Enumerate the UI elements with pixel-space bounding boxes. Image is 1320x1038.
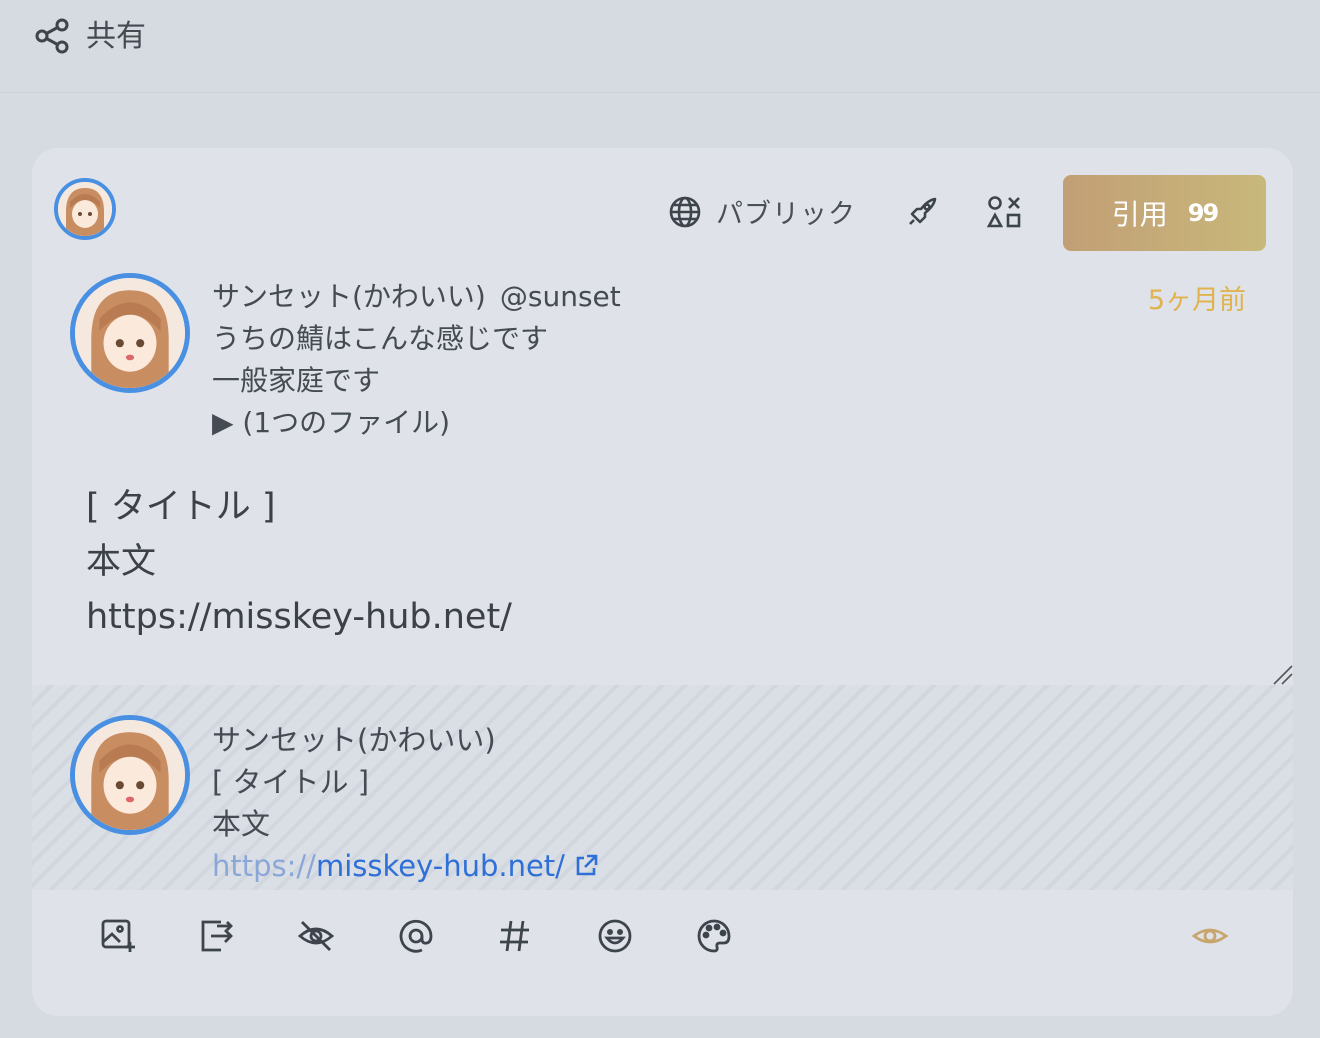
emoji-icon[interactable] <box>595 916 635 956</box>
eye-off-icon[interactable] <box>296 916 336 956</box>
reply-files-toggle[interactable]: ▶ (1つのファイル) <box>212 402 1252 444</box>
share-icon <box>35 18 69 54</box>
post-textarea[interactable]: [ タイトル ] 本文 https://misskey-hub.net/ <box>86 480 512 645</box>
mention-icon[interactable] <box>396 916 436 956</box>
hashtag-icon[interactable] <box>495 916 535 956</box>
quote-line: 本文 <box>212 807 271 841</box>
post-form: パブリック 引用 99 サンセット(かわいい) @sunset 5ヶ月前 うちの鯖… <box>32 148 1293 1016</box>
account-avatar[interactable] <box>54 178 116 240</box>
quote-username[interactable]: サンセット(かわいい) <box>212 719 599 761</box>
textarea-line: https://misskey-hub.net/ <box>86 597 512 637</box>
quote-link-protocol: https:// <box>212 849 316 883</box>
textarea-line: [ タイトル ] <box>86 487 276 527</box>
resize-handle-icon[interactable] <box>1272 664 1293 686</box>
quote-avatar[interactable] <box>70 715 190 835</box>
reply-header: サンセット(かわいい) @sunset <box>212 276 1252 318</box>
reply-username[interactable]: サンセット(かわいい) <box>212 280 486 313</box>
submit-button[interactable]: 引用 99 <box>1063 175 1266 251</box>
reply-line: 一般家庭です <box>212 364 381 397</box>
rocket-icon[interactable] <box>904 194 940 230</box>
reply-handle[interactable]: @sunset <box>500 280 621 313</box>
quote-text: サンセット(かわいい) [ タイトル ] 本文 https://misskey-… <box>212 719 599 887</box>
quote-line: [ タイトル ] <box>212 765 370 799</box>
preview-eye-icon[interactable] <box>1190 916 1230 956</box>
page-header: 共有 <box>0 0 1320 93</box>
reply-avatar[interactable] <box>70 273 190 393</box>
reply-time[interactable]: 5ヶ月前 <box>1148 278 1246 317</box>
quote-link-host: misskey-hub.net/ <box>315 849 565 883</box>
visibility-button[interactable]: パブリック <box>668 192 856 231</box>
shapes-icon[interactable] <box>986 194 1022 230</box>
reply-preview: サンセット(かわいい) @sunset 5ヶ月前 うちの鯖はこんな感じです 一般家… <box>212 276 1252 444</box>
visibility-label: パブリック <box>716 199 856 230</box>
quote-preview: サンセット(かわいい) [ タイトル ] 本文 https://misskey-… <box>32 685 1293 890</box>
image-add-icon[interactable] <box>98 916 138 956</box>
globe-icon <box>669 196 701 227</box>
reply-line: うちの鯖はこんな感じです <box>212 322 549 355</box>
file-share-icon[interactable] <box>197 916 237 956</box>
quote-icon: 99 <box>1187 199 1219 227</box>
quote-link[interactable]: https://misskey-hub.net/ <box>212 845 599 887</box>
submit-label: 引用 <box>1111 198 1168 231</box>
palette-icon[interactable] <box>694 916 734 956</box>
page-title: 共有 <box>86 19 146 54</box>
external-link-icon <box>576 854 598 876</box>
textarea-line: 本文 <box>86 542 157 582</box>
